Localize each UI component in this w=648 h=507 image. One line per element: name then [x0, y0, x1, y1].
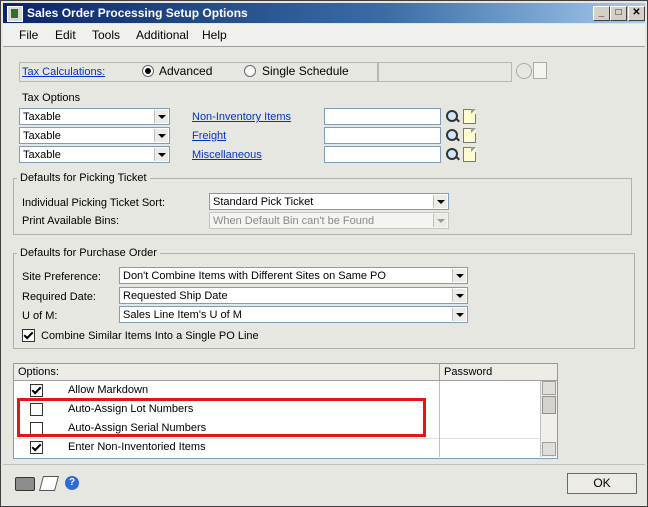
password-column-header: Password	[444, 366, 493, 378]
non-inventory-tax-value: Taxable	[23, 111, 61, 123]
purchase-order-group-title: Defaults for Purchase Order	[17, 247, 160, 259]
chevron-down-icon	[433, 214, 447, 227]
menu-edit[interactable]: Edit	[55, 28, 76, 42]
freight-tax-select[interactable]: Taxable	[19, 127, 170, 144]
picking-sort-select[interactable]: Standard Pick Ticket	[209, 193, 449, 210]
bottom-separator	[3, 464, 645, 465]
menu-file[interactable]: File	[19, 28, 38, 42]
enter-non-inventoried-checkbox[interactable]	[30, 441, 43, 454]
chevron-down-icon	[452, 308, 466, 321]
uom-value: Sales Line Item's U of M	[123, 309, 242, 321]
scroll-down-button[interactable]	[542, 442, 556, 456]
password-cell[interactable]	[439, 400, 541, 419]
document-icon[interactable]	[38, 476, 60, 491]
scroll-thumb[interactable]	[542, 396, 556, 414]
highlight-box	[17, 398, 426, 437]
tax-calculations-link[interactable]: Tax Calculations:	[22, 66, 105, 78]
note-icon[interactable]	[463, 128, 476, 143]
misc-schedule-field[interactable]	[324, 146, 441, 163]
chevron-down-icon	[452, 289, 466, 302]
lookup-icon[interactable]	[445, 147, 460, 163]
note-icon[interactable]	[463, 147, 476, 162]
note-icon[interactable]	[463, 109, 476, 124]
site-preference-select[interactable]: Don't Combine Items with Different Sites…	[119, 267, 468, 284]
disabled-lookup-icon	[516, 63, 532, 79]
print-bins-select: When Default Bin can't be Found	[209, 212, 449, 229]
single-schedule-label: Single Schedule	[262, 64, 349, 78]
menu-additional[interactable]: Additional	[136, 28, 189, 42]
option-label: Enter Non-Inventoried Items	[68, 441, 206, 453]
password-cell[interactable]	[439, 438, 541, 457]
required-date-select[interactable]: Requested Ship Date	[119, 287, 468, 304]
freight-schedule-field[interactable]	[324, 127, 441, 144]
password-cell[interactable]	[439, 381, 541, 400]
site-preference-value: Don't Combine Items with Different Sites…	[123, 270, 386, 282]
uom-label: U of M:	[22, 310, 58, 322]
setup-options-window: Sales Order Processing Setup Options _ □…	[0, 0, 648, 507]
chevron-down-icon	[433, 195, 447, 208]
password-cell[interactable]	[439, 419, 541, 438]
menu-bar: File Edit Tools Additional Help	[3, 24, 645, 47]
chevron-down-icon	[154, 110, 168, 123]
non-inventory-schedule-field[interactable]	[324, 108, 441, 125]
freight-tax-value: Taxable	[23, 130, 61, 142]
single-schedule-radio[interactable]	[244, 65, 256, 77]
non-inventory-items-link[interactable]: Non-Inventory Items	[192, 111, 291, 123]
picking-ticket-group-title: Defaults for Picking Ticket	[17, 172, 150, 184]
print-bins-value: When Default Bin can't be Found	[213, 215, 375, 227]
print-bins-label: Print Available Bins:	[22, 215, 120, 227]
maximize-button[interactable]: □	[610, 6, 627, 21]
option-label: Allow Markdown	[68, 384, 149, 396]
title-bar: Sales Order Processing Setup Options _ □…	[3, 3, 645, 23]
advanced-radio[interactable]	[142, 65, 154, 77]
menu-tools[interactable]: Tools	[92, 28, 120, 42]
app-icon	[7, 6, 23, 22]
freight-link[interactable]: Freight	[192, 130, 226, 142]
chevron-down-icon	[452, 269, 466, 282]
misc-tax-select[interactable]: Taxable	[19, 146, 170, 163]
help-icon[interactable]: ?	[65, 476, 79, 490]
chevron-down-icon	[154, 148, 168, 161]
options-scrollbar[interactable]	[540, 381, 557, 457]
close-button[interactable]: ✕	[628, 6, 645, 21]
ok-button[interactable]: OK	[567, 473, 637, 494]
scroll-up-button[interactable]	[542, 381, 556, 395]
non-inventory-tax-select[interactable]: Taxable	[19, 108, 170, 125]
options-grid-header: Options: Password	[14, 364, 557, 381]
minimize-button[interactable]: _	[593, 6, 610, 21]
lookup-icon[interactable]	[445, 109, 460, 125]
disabled-note-icon	[533, 62, 547, 79]
table-row[interactable]: Enter Non-Inventoried Items	[14, 438, 540, 457]
combine-items-label: Combine Similar Items Into a Single PO L…	[41, 330, 259, 342]
combine-items-checkbox[interactable]	[22, 329, 35, 342]
options-column-header: Options:	[18, 366, 59, 378]
uom-select[interactable]: Sales Line Item's U of M	[119, 306, 468, 323]
picking-sort-label: Individual Picking Ticket Sort:	[22, 197, 166, 209]
required-date-value: Requested Ship Date	[123, 290, 228, 302]
window-title: Sales Order Processing Setup Options	[27, 6, 248, 20]
picking-sort-value: Standard Pick Ticket	[213, 196, 314, 208]
menu-help[interactable]: Help	[202, 28, 227, 42]
miscellaneous-link[interactable]: Miscellaneous	[192, 149, 262, 161]
site-preference-label: Site Preference:	[22, 271, 101, 283]
allow-markdown-checkbox[interactable]	[30, 384, 43, 397]
misc-tax-value: Taxable	[23, 149, 61, 161]
tax-options-label: Tax Options	[22, 92, 81, 104]
lookup-icon[interactable]	[445, 128, 460, 144]
tax-calc-extra-frame	[378, 62, 512, 82]
printer-icon[interactable]	[15, 477, 35, 491]
required-date-label: Required Date:	[22, 291, 96, 303]
column-divider	[439, 364, 440, 380]
chevron-down-icon	[154, 129, 168, 142]
advanced-label: Advanced	[159, 64, 213, 78]
